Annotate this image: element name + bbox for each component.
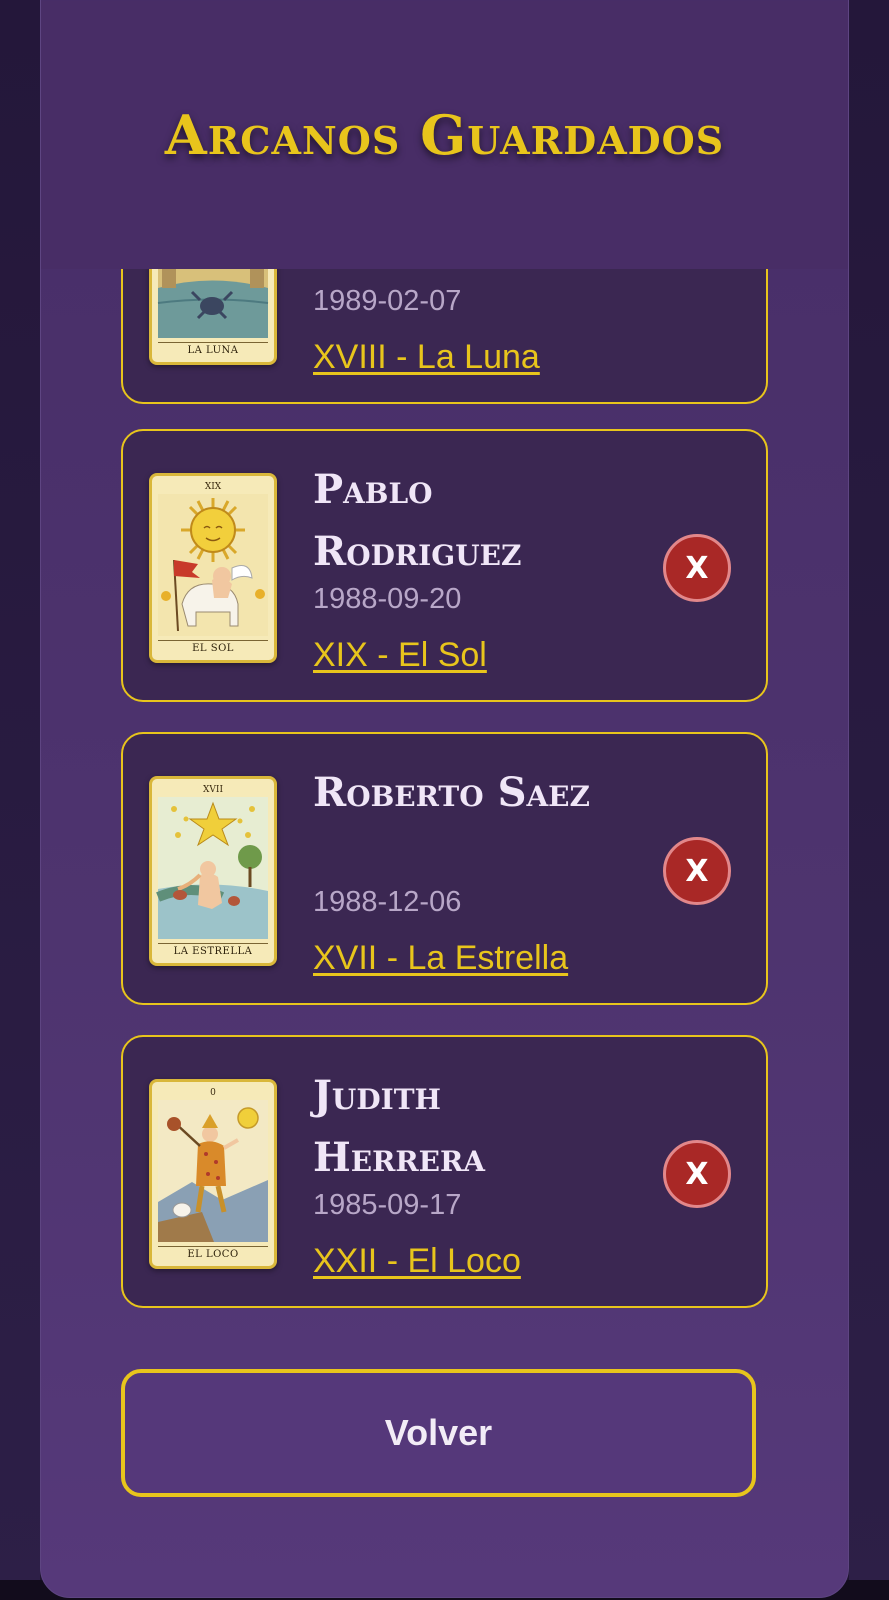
card-label: EL LOCO <box>158 1246 268 1262</box>
saved-arcana-panel: Arcanos Guardados LA LUNA 1989-02-07 XVI… <box>40 0 849 1598</box>
tarot-card-el-sol: XIX EL SOL <box>149 473 277 663</box>
delete-button[interactable]: X <box>663 534 731 602</box>
card-number: XIX <box>204 482 222 492</box>
saved-list-viewport[interactable]: LA LUNA 1989-02-07 XVIII - La Luna XIX E… <box>41 269 848 1319</box>
back-button[interactable]: Volver <box>121 1369 756 1497</box>
saved-entry-judith-herrera: 0 EL LOCO Judith Herrera 1985-09-17 XXII… <box>121 1035 768 1308</box>
background-left <box>0 0 40 1600</box>
person-name: Roberto Saez <box>313 769 590 816</box>
arcana-link[interactable]: XVII - La Estrella <box>313 939 568 978</box>
card-label: LA LUNA <box>158 342 268 358</box>
arcana-link[interactable]: XVIII - La Luna <box>313 338 540 377</box>
birth-date: 1989-02-07 <box>313 285 462 317</box>
birth-date: 1988-09-20 <box>313 583 462 615</box>
card-number: XVII <box>202 785 224 795</box>
person-name: Pablo Rodriguez <box>313 466 522 575</box>
delete-button[interactable]: X <box>663 1140 731 1208</box>
background-right <box>849 0 889 1600</box>
panel-header: Arcanos Guardados <box>41 1 848 269</box>
arcana-link[interactable]: XIX - El Sol <box>313 636 487 675</box>
sun-card-icon <box>158 494 268 636</box>
birth-date: 1988-12-06 <box>313 886 462 918</box>
saved-entry-pablo-rodriguez: XIX EL SOL Pablo Rodriguez 1988-09-20 XI… <box>121 429 768 702</box>
tarot-card-la-estrella: XVII LA ESTRELLA <box>149 776 277 966</box>
card-label: LA ESTRELLA <box>158 943 268 959</box>
card-label: EL SOL <box>158 640 268 656</box>
page-title: Arcanos Guardados <box>164 103 725 167</box>
tarot-card-la-luna: LA LUNA <box>149 269 277 365</box>
delete-button[interactable]: X <box>663 837 731 905</box>
tarot-card-el-loco: 0 EL LOCO <box>149 1079 277 1269</box>
saved-entry-la-luna: LA LUNA 1989-02-07 XVIII - La Luna X <box>121 269 768 404</box>
star-card-icon <box>156 797 268 939</box>
card-number: 0 <box>210 1088 216 1098</box>
fool-card-icon <box>158 1100 268 1242</box>
person-name: Judith Herrera <box>313 1072 486 1181</box>
birth-date: 1985-09-17 <box>313 1189 462 1221</box>
arcana-link[interactable]: XXII - El Loco <box>313 1242 521 1281</box>
saved-entry-roberto-saez: XVII LA ESTRELLA Roberto Saez 1988-12-06… <box>121 732 768 1005</box>
